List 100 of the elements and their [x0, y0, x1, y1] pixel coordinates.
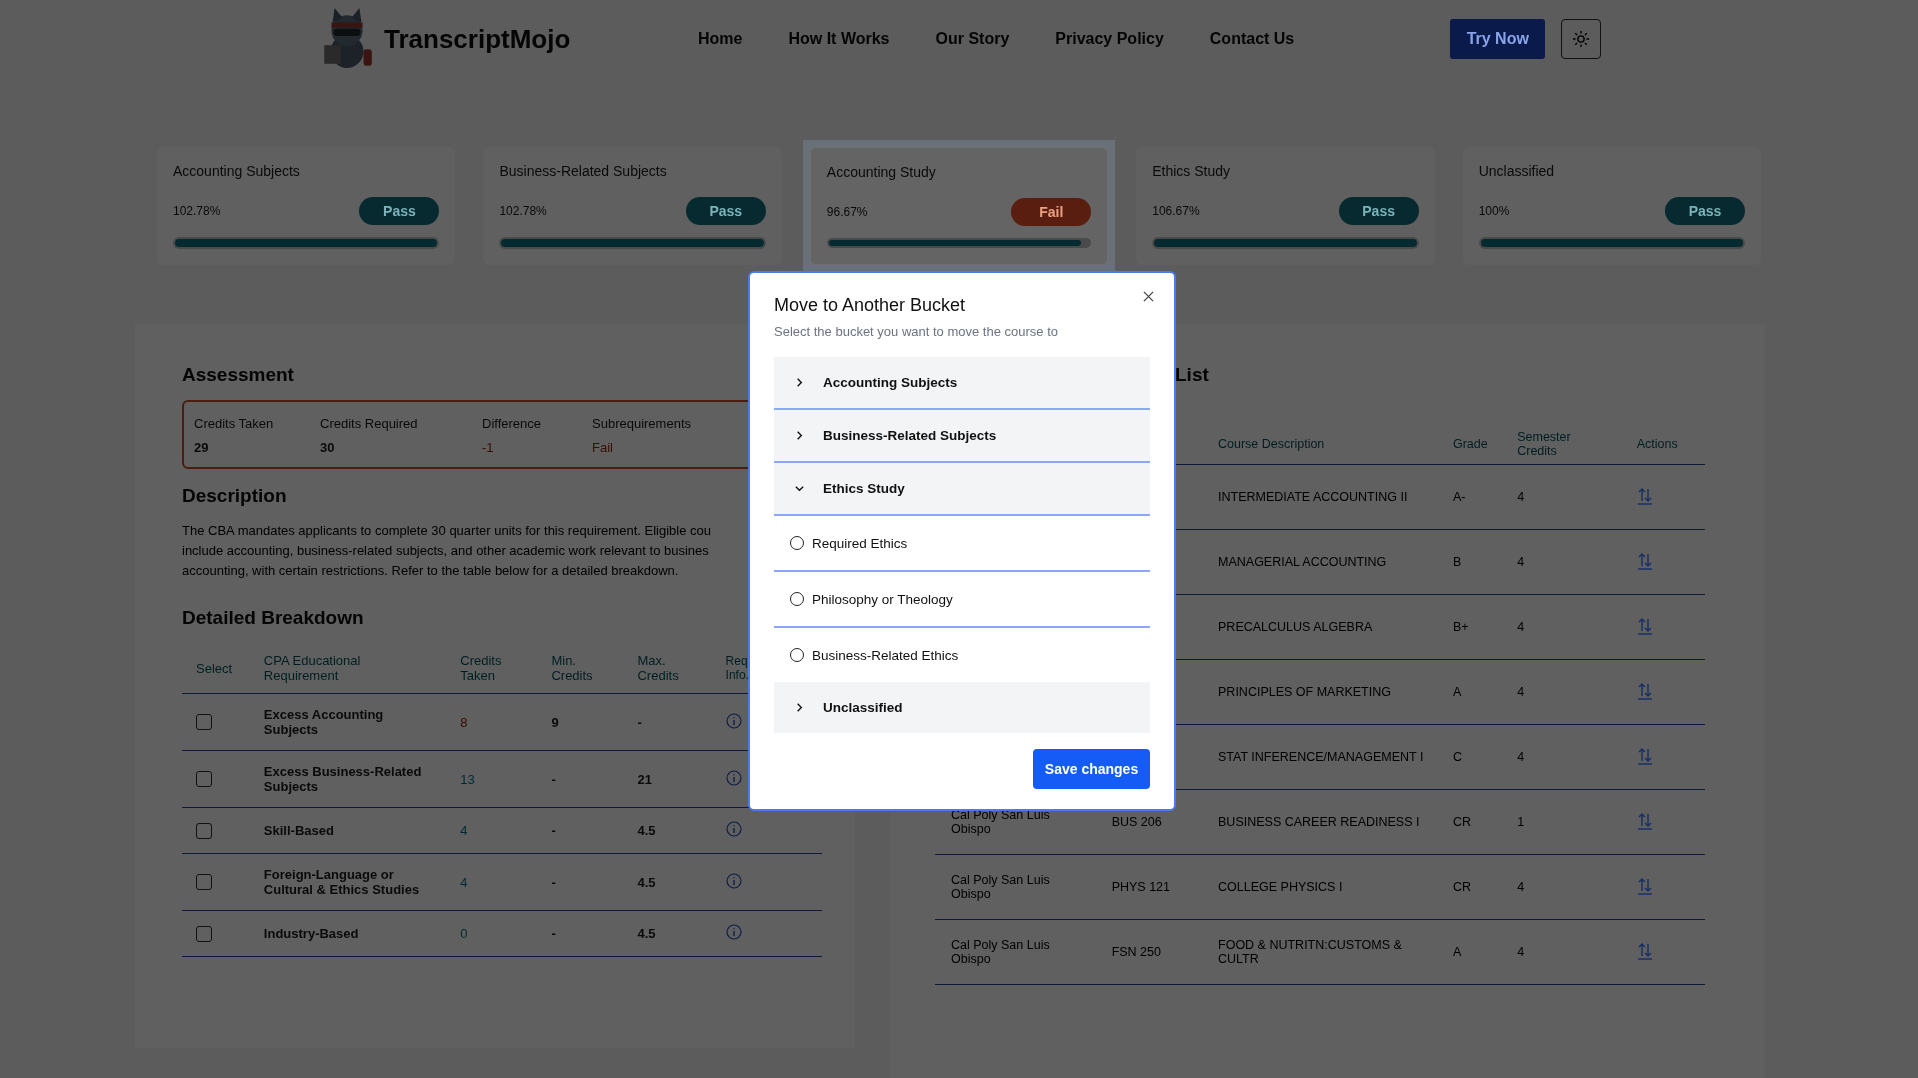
info-icon[interactable] [725, 821, 742, 837]
section-heading: Detailed Breakdown [182, 607, 364, 629]
swap-arrows-icon[interactable] [1636, 551, 1653, 570]
chevron-icon [794, 430, 805, 441]
table-cell: B+ [1452, 620, 1469, 634]
bucket-card[interactable]: Unclassified 100% Pass [1462, 147, 1762, 265]
table-cell: 4 [1517, 945, 1525, 959]
table-cell: Excess Business-Related Subjects [249, 750, 447, 808]
column-header: Grade [1436, 424, 1502, 465]
card-title: Business-Related Subjects [499, 163, 668, 179]
table-cell: A- [1452, 490, 1466, 504]
column-header: Semester Credits [1501, 424, 1621, 465]
info-icon[interactable] [725, 924, 742, 940]
try-now-button[interactable]: Try Now [1450, 19, 1546, 59]
table-cell: - [537, 910, 624, 957]
status-badge: Pass [359, 197, 440, 225]
stat-value: 29 [194, 440, 210, 455]
swap-arrows-icon[interactable] [1636, 876, 1653, 895]
section-heading: Assessment [182, 364, 294, 386]
column-header: CPA Educational Requirement [263, 653, 362, 683]
table-cell: MANAGERIAL ACCOUNTING [1218, 555, 1387, 569]
checkbox[interactable] [196, 771, 212, 787]
accordion-item[interactable]: Unclassified [774, 682, 1150, 733]
percent-text: 100% [1478, 204, 1510, 218]
column-header: Course Description [1202, 424, 1437, 465]
table-cell: 4 [1517, 880, 1525, 894]
swap-arrows-icon[interactable] [1636, 746, 1653, 765]
radio-option[interactable]: Required Ethics [774, 516, 1150, 572]
swap-arrows-icon[interactable] [1636, 941, 1653, 960]
percent-text: 96.67% [826, 205, 868, 219]
checkbox[interactable] [196, 874, 212, 890]
radio-option[interactable]: Business-Related Ethics [774, 628, 1150, 682]
dialog-title: Move to Another Bucket [774, 295, 967, 316]
column-header: Credits Taken [460, 653, 503, 683]
chevron-icon [794, 377, 805, 388]
bucket-card[interactable]: Accounting Study 96.67% Fail [809, 147, 1109, 265]
table-cell: - [537, 853, 624, 911]
table-cell: 4 [1517, 555, 1525, 569]
option-label: Required Ethics [812, 535, 908, 551]
column-header: Req Info. [725, 654, 750, 682]
swap-arrows-icon[interactable] [1636, 811, 1653, 830]
status-badge: Fail [1011, 198, 1092, 226]
stat-value: Fail [592, 440, 614, 455]
table-cell: BUSINESS CAREER READINESS I [1218, 815, 1420, 829]
table-cell: B [1452, 555, 1462, 569]
table-cell: 4.5 [623, 910, 712, 957]
checkbox[interactable] [196, 714, 212, 730]
table-cell: 9 [537, 693, 624, 751]
stat-label: Credits Required [320, 416, 419, 431]
swap-arrows-icon[interactable] [1636, 486, 1653, 505]
status-badge: Pass [685, 197, 766, 225]
accordion-item[interactable]: Accounting Subjects [774, 357, 1150, 410]
option-label: Philosophy or Theology [812, 591, 953, 607]
table-cell: PHYS 121 [1111, 880, 1170, 894]
column-header: Select [196, 660, 233, 676]
table-cell: - [537, 750, 624, 808]
table-cell: 4 [446, 807, 538, 854]
radio-option[interactable]: Philosophy or Theology [774, 572, 1150, 628]
theme-toggle-button[interactable] [1561, 19, 1602, 59]
swap-arrows-icon[interactable] [1636, 681, 1653, 700]
table-cell: Foreign-Language or Cultural & Ethics Studies [249, 853, 447, 911]
table-cell: C [1452, 750, 1462, 764]
table-cell: 0 [446, 910, 538, 957]
sun-icon [1572, 30, 1591, 48]
stat-label: Difference [482, 416, 542, 431]
stat-label: Credits Taken [194, 416, 275, 431]
table-cell: BUS 206 [1111, 815, 1162, 829]
info-icon[interactable] [725, 712, 742, 729]
accordion-item[interactable]: Ethics Study [774, 463, 1150, 516]
table-cell: 1 [1517, 815, 1525, 829]
column-header: Min. Credits [551, 653, 594, 683]
accordion-item[interactable]: Business-Related Subjects [774, 410, 1150, 463]
bucket-card[interactable]: Ethics Study 106.67% Pass [1136, 147, 1435, 265]
percent-text: 102.78% [173, 204, 221, 218]
table-cell: PRINCIPLES OF MARKETING [1218, 685, 1391, 699]
table-cell: A [1452, 685, 1462, 699]
section-heading: Description [182, 485, 287, 507]
swap-arrows-icon[interactable] [1636, 616, 1653, 635]
table-cell: COLLEGE PHYSICS I [1218, 880, 1343, 894]
card-title: Accounting Study [826, 164, 937, 180]
table-cell: Industry-Based [249, 910, 447, 957]
info-icon[interactable] [725, 872, 742, 889]
bucket-card[interactable]: Accounting Subjects 102.78% Pass [157, 147, 456, 265]
table-cell: 21 [623, 750, 712, 808]
save-button[interactable]: Save changes [1033, 749, 1150, 789]
table-cell: 4 [1517, 685, 1525, 699]
bucket-card[interactable]: Business-Related Subjects 102.78% Pass [483, 147, 782, 265]
info-icon[interactable] [725, 769, 742, 786]
column-header: Actions [1620, 424, 1705, 465]
table-cell: A [1452, 945, 1462, 959]
dialog-subtitle: Select the bucket you want to move the course to [774, 324, 1059, 339]
table-cell: 8 [446, 693, 538, 751]
checkbox[interactable] [196, 822, 212, 839]
card-title: Unclassified [1478, 163, 1556, 179]
close-button[interactable] [1141, 289, 1156, 304]
status-badge: Pass [1338, 197, 1419, 225]
table-cell: Skill-Based [249, 807, 447, 854]
table-cell: INTERMEDIATE ACCOUNTING II [1218, 490, 1408, 504]
checkbox[interactable] [196, 925, 212, 942]
card-title: Accounting Subjects [173, 163, 301, 179]
